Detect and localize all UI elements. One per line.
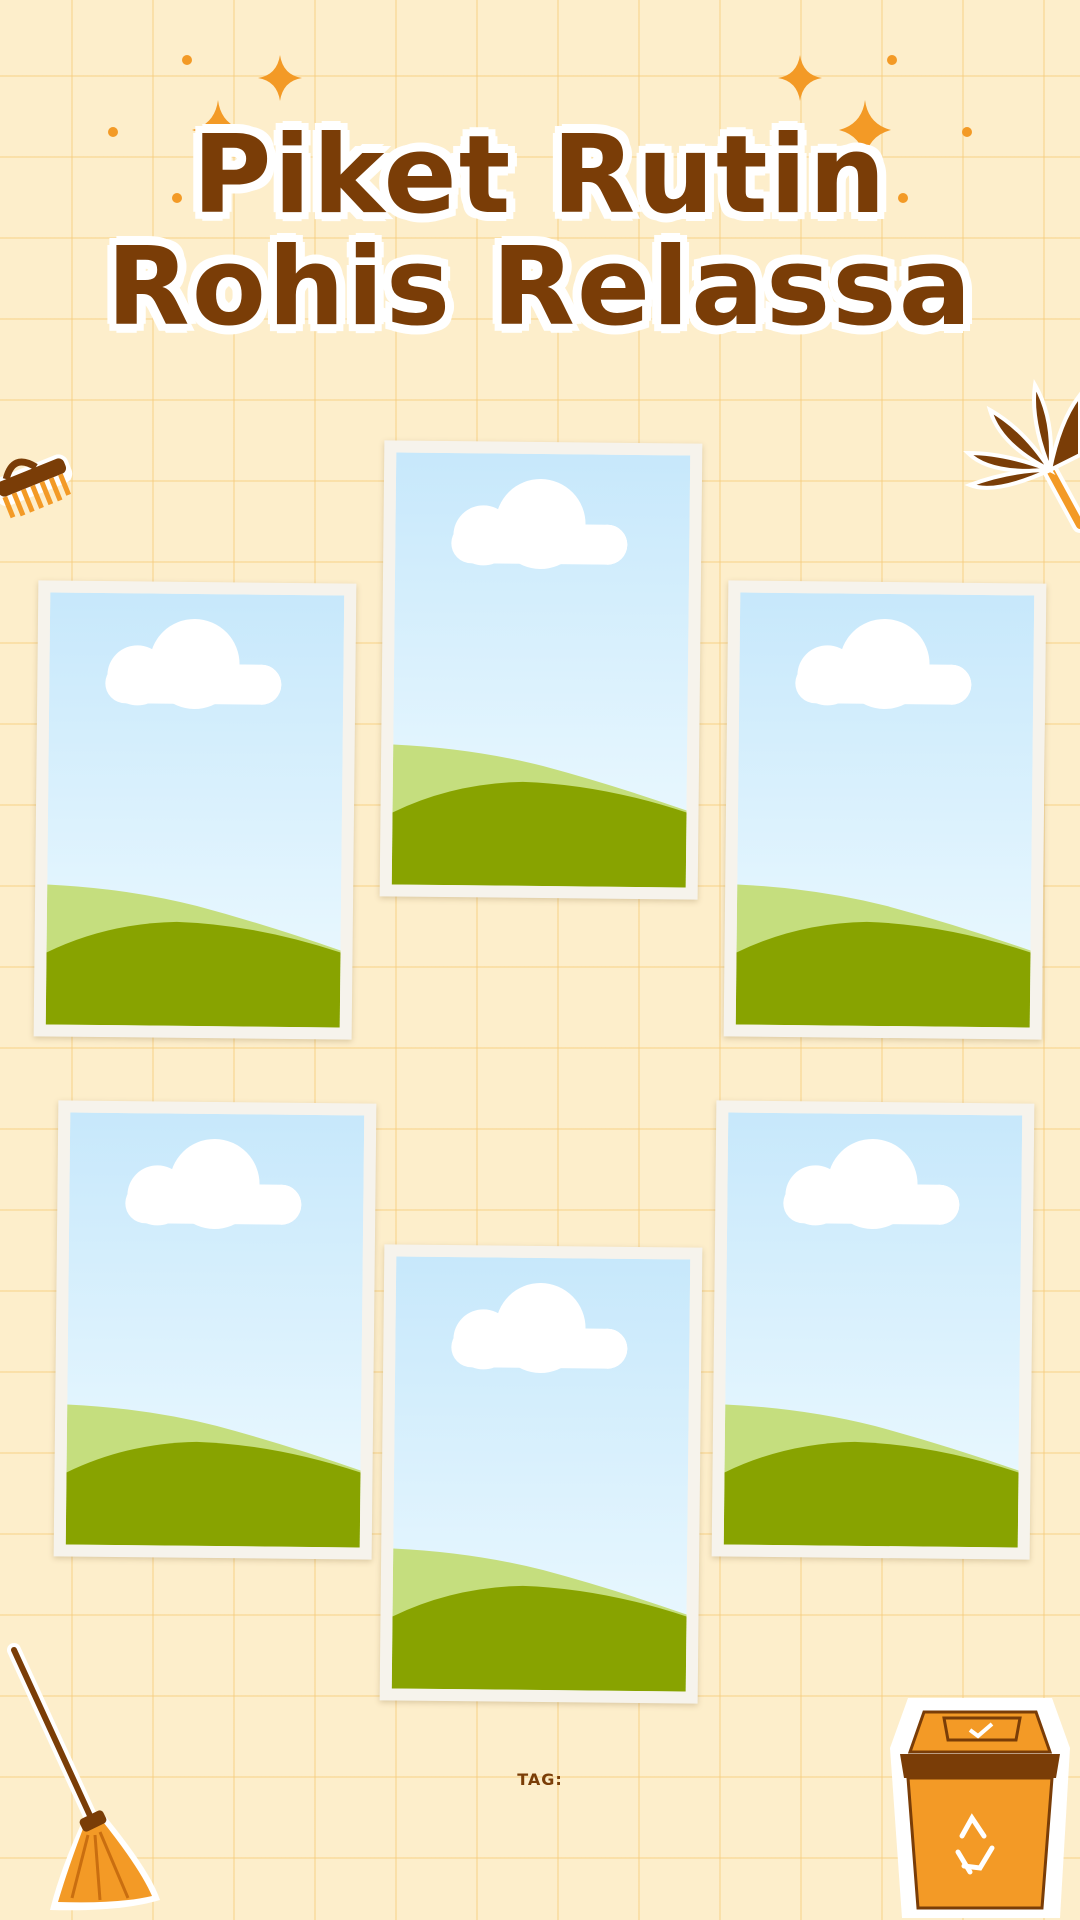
photo-frame-6 [379,1244,703,1704]
photo-frame-5 [711,1100,1035,1560]
trash-bin-icon [890,1698,1070,1918]
sparkle-icon [258,55,302,101]
landscape-placeholder [45,592,345,1028]
photo-frame-2 [33,580,357,1040]
feather-duster-icon [963,378,1080,533]
landscape-placeholder [735,592,1035,1028]
sparkle-icon [778,55,822,101]
landscape-placeholder [391,452,691,888]
broom-icon [7,1643,160,1911]
photo-frame-3 [723,580,1047,1040]
page-title: Piket Rutin Rohis Relassa [0,120,1080,344]
title-line-2: Rohis Relassa [106,225,974,350]
photo-frame-4 [53,1100,377,1560]
photo-frame-1 [379,440,703,900]
brush-icon [0,454,73,519]
title-line-1: Piket Rutin [192,113,888,238]
landscape-placeholder [65,1112,365,1548]
landscape-placeholder [723,1112,1023,1548]
landscape-placeholder [391,1256,691,1692]
tag-label: TAG: [517,1770,563,1789]
